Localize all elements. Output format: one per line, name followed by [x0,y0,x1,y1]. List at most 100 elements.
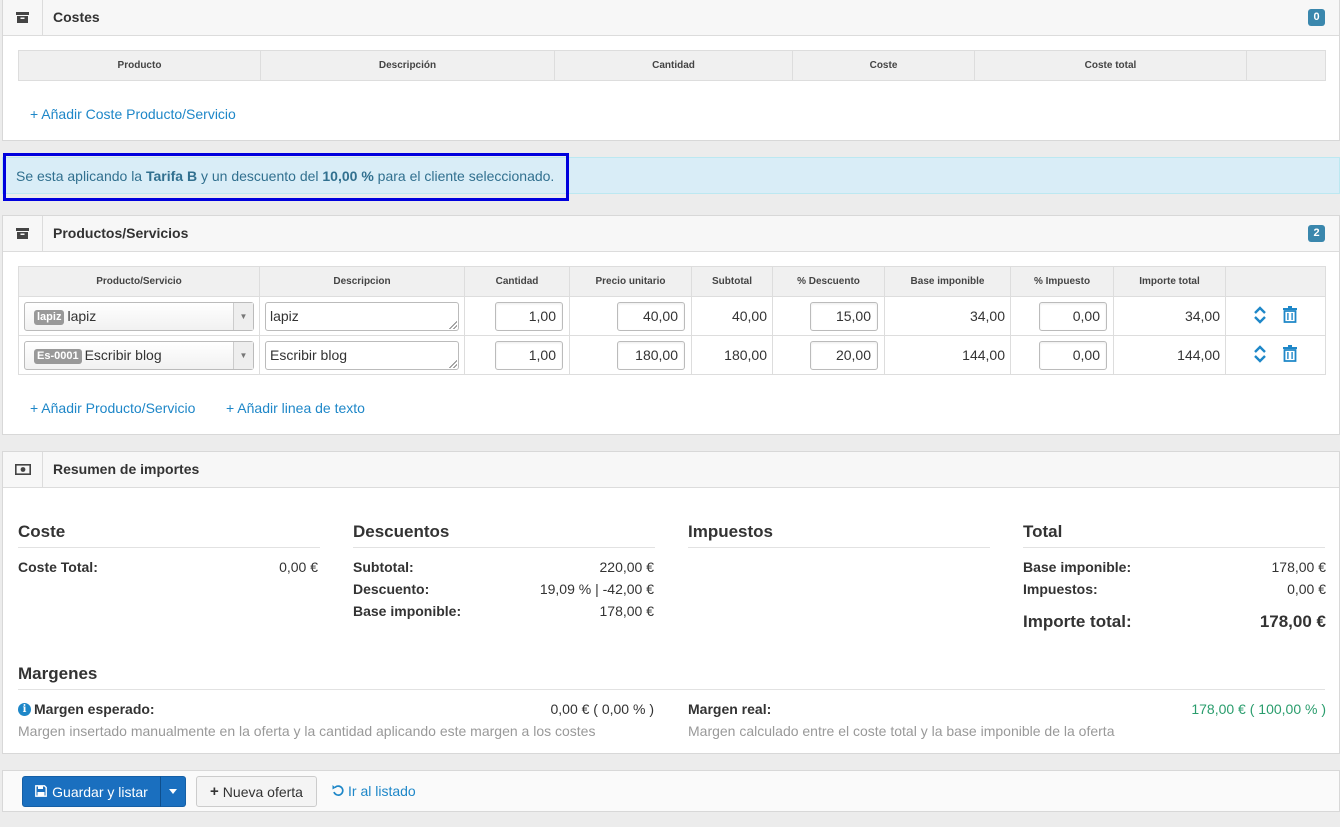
margen-esperado-help: Margen insertado manualmente en la ofert… [18,723,596,739]
resize-handle-icon[interactable] [449,320,457,329]
sort-icon[interactable] [1253,344,1266,367]
margen-real-label: Margen real: [688,701,772,717]
productos-header: Productos/Servicios 2 [3,216,1339,252]
productos-count-badge: 2 [1308,225,1325,242]
floppy-icon [35,784,48,800]
go-to-list-link[interactable]: Ir al listado [332,783,416,799]
col-descripcion: Descripcion [259,266,465,297]
precio-input[interactable]: 180,00 [617,340,685,370]
col-coste-total: Coste total [974,50,1247,81]
importe-total-value: 178,00 € [1259,612,1326,631]
total-divider [1023,547,1325,548]
product-ref-tag: Es-0001 [34,348,82,364]
add-texto-link[interactable]: + Añadir linea de texto [226,400,365,416]
info-icon[interactable]: i [18,703,31,716]
coste-heading: Coste [18,522,66,541]
col-actions [1246,50,1326,81]
descripcion-textarea[interactable]: Escribir blog [265,340,459,370]
table-row: lapiz lapiz ▼ lapiz 1,00 40,00 40,00 15,0… [18,296,1326,336]
save-options-dropdown[interactable] [160,776,186,807]
col-producto-servicio: Producto/Servicio [18,266,260,297]
col-subtotal: Subtotal [691,266,773,297]
product-name: lapiz [67,307,97,324]
productos-table-header: Producto/Servicio Descripcion Cantidad P… [18,266,1326,297]
base-imponible-label: Base imponible: [353,603,462,619]
impuesto-input[interactable]: 0,00 [1039,301,1107,331]
col-precio-unitario: Precio unitario [569,266,692,297]
total-base-label: Base imponible: [1023,559,1132,575]
descuentos-heading: Descuentos [353,522,450,541]
cantidad-input[interactable]: 1,00 [495,340,563,370]
margenes-divider [18,689,1325,690]
col-cantidad: Cantidad [464,266,570,297]
margen-real-help: Margen calculado entre el coste total y … [688,723,1115,739]
margen-esperado-value: 0,00 € ( 0,00 % ) [550,701,654,717]
descripcion-textarea[interactable]: lapiz [265,301,459,331]
archive-icon [3,0,43,35]
caret-down-icon [169,789,177,794]
importe-cell: 34,00 [1113,296,1226,336]
tarifa-name: Tarifa B [145,168,198,184]
cantidad-input[interactable]: 1,00 [495,301,563,331]
table-row: Es-0001 Escribir blog ▼ Escribir blog 1,0… [18,335,1326,375]
col-producto: Producto [18,50,261,81]
importe-cell: 144,00 [1113,335,1226,375]
col-descripcion: Descripción [260,50,555,81]
trash-icon[interactable] [1283,306,1298,326]
base-cell: 144,00 [884,335,1011,375]
total-heading: Total [1023,522,1063,541]
total-base-value: 178,00 € [1271,559,1327,575]
margen-real-value: 178,00 € ( 100,00 % ) [1191,701,1326,717]
money-icon [3,452,43,487]
resumen-title: Resumen de importes [53,461,200,477]
impuestos-divider [688,547,990,548]
costes-table-header: Producto Descripción Cantidad Coste Cost… [18,50,1326,81]
col-coste: Coste [792,50,975,81]
descuento-input[interactable]: 20,00 [810,340,878,370]
total-impuestos-value: 0,00 € [1287,581,1326,597]
sort-icon[interactable] [1253,305,1266,328]
chevron-down-icon[interactable]: ▼ [233,302,253,330]
col-importe-total: Importe total [1113,266,1226,297]
add-producto-link[interactable]: + Añadir Producto/Servicio [30,400,195,416]
productos-title: Productos/Servicios [53,225,189,241]
col-base-imponible: Base imponible [884,266,1011,297]
descuento-label: Descuento: [353,581,430,597]
col-impuesto: % Impuesto [1010,266,1114,297]
plus-icon: + [210,783,219,800]
col-descuento: % Descuento [772,266,885,297]
costes-header: Costes 0 [3,0,1339,36]
discount-value: 10,00 % [322,168,374,184]
resumen-header: Resumen de importes [3,452,1339,488]
col-cantidad: Cantidad [554,50,793,81]
costes-panel: Costes 0 Producto Descripción Cantidad C… [2,0,1340,141]
margen-esperado-label: Margen esperado: [34,701,155,717]
subtotal-value: 220,00 € [599,559,655,575]
chevron-down-icon[interactable]: ▼ [233,341,253,369]
descuento-input[interactable]: 15,00 [810,301,878,331]
undo-icon [332,783,344,799]
base-cell: 34,00 [884,296,1011,336]
add-coste-link[interactable]: + Añadir Coste Producto/Servicio [30,106,236,122]
costes-table: Producto Descripción Cantidad Coste Cost… [18,50,1326,81]
tarifa-alert-text: Se esta aplicando la Tarifa B y un descu… [16,168,555,184]
costes-title: Costes [53,9,100,25]
save-and-list-button[interactable]: Guardar y listar [22,776,161,807]
precio-input[interactable]: 40,00 [617,301,685,331]
coste-divider [18,547,320,548]
new-offer-button[interactable]: + Nueva oferta [196,776,317,807]
productos-table: Producto/Servicio Descripcion Cantidad P… [18,266,1326,375]
product-select[interactable]: lapiz lapiz ▼ [24,301,254,331]
product-name: Escribir blog [84,346,162,363]
coste-total-value: 0,00 € [279,559,318,575]
col-row-actions [1225,266,1326,297]
total-impuestos-label: Impuestos: [1023,581,1098,597]
impuesto-input[interactable]: 0,00 [1039,340,1107,370]
importe-total-label: Importe total: [1023,612,1132,631]
base-imponible-value: 178,00 € [599,603,655,619]
subtotal-label: Subtotal: [353,559,414,575]
resumen-panel: Resumen de importes Coste Coste Total: 0… [2,451,1340,754]
product-select[interactable]: Es-0001 Escribir blog ▼ [24,340,254,370]
trash-icon[interactable] [1283,345,1298,365]
resize-handle-icon[interactable] [449,359,457,368]
